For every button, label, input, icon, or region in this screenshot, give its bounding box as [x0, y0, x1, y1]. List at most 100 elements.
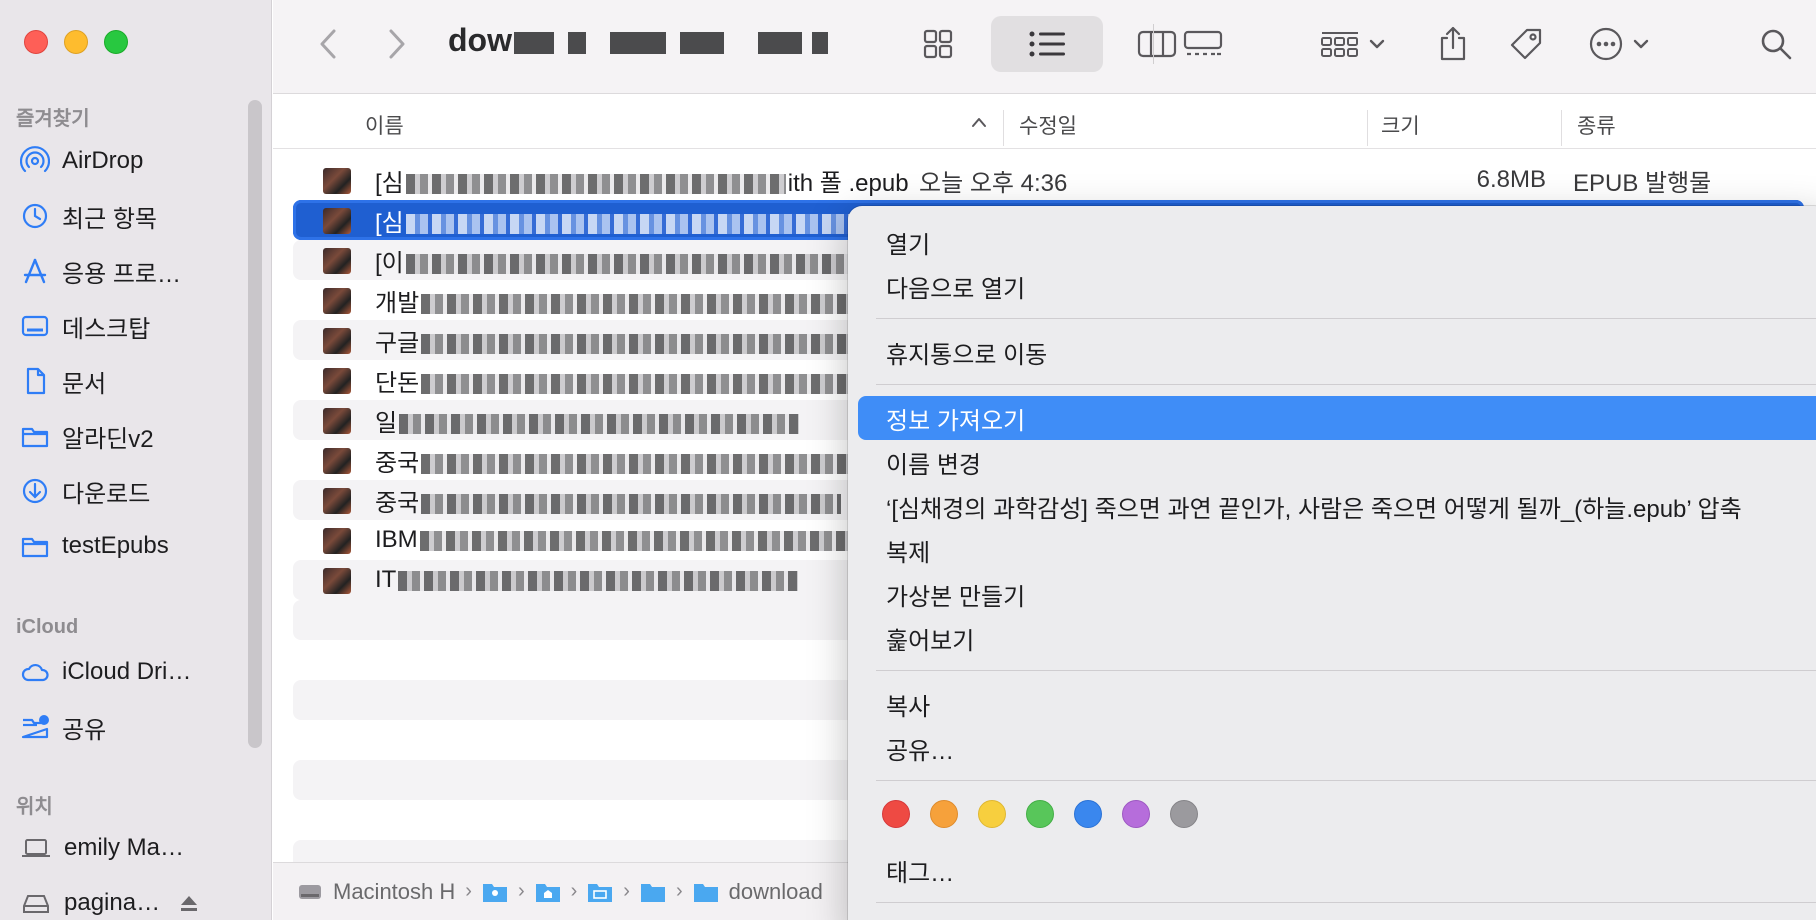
menu-item-tags[interactable]: 태그… — [858, 850, 1816, 890]
minimize-window-button[interactable] — [64, 30, 88, 54]
menu-item-open[interactable]: 열기 — [858, 222, 1816, 262]
column-header-name[interactable]: 이름 — [365, 110, 404, 140]
file-kind: EPUB 발행물 — [1573, 169, 1712, 197]
redacted-filename — [405, 214, 866, 235]
redacted-filename — [421, 374, 882, 395]
menu-separator — [876, 384, 1816, 385]
zoom-window-button[interactable] — [104, 30, 128, 54]
epub-thumbnail — [323, 248, 351, 274]
path-root[interactable]: Macintosh H — [333, 879, 455, 905]
ellipsis-circle-icon — [1589, 27, 1623, 61]
menu-item-duplicate[interactable]: 복제 — [858, 530, 1816, 570]
folder-icon[interactable] — [693, 880, 719, 904]
column-divider[interactable] — [1367, 110, 1368, 146]
redacted-title-mosaic — [811, 31, 828, 54]
tag-red-swatch[interactable] — [882, 800, 910, 828]
menu-separator — [876, 902, 1816, 903]
folder-icon — [21, 537, 49, 558]
sidebar-item-pagina-drive[interactable]: pagina… — [20, 883, 250, 920]
laptop-icon — [22, 839, 50, 857]
tag-color-row — [882, 800, 1198, 828]
sidebar-item-documents[interactable]: 문서 — [20, 361, 250, 401]
sidebar-item-aladin[interactable]: 알라딘v2 — [20, 416, 250, 456]
sidebar-item-mac[interactable]: emily Ma… — [20, 828, 250, 868]
desktop-icon — [21, 315, 49, 337]
column-header-kind[interactable]: 종류 — [1577, 110, 1616, 140]
list-view-button[interactable] — [1017, 22, 1077, 66]
sidebar-item-label: emily Ma… — [64, 834, 185, 861]
path-chevron-icon: › — [465, 880, 472, 902]
menu-item-make-alias[interactable]: 가상본 만들기 — [858, 574, 1816, 614]
group-grid-icon — [1321, 32, 1358, 57]
tag-icon — [1510, 28, 1542, 60]
context-menu: 열기 다음으로 열기 휴지통으로 이동 정보 가져오기 이름 변경 ‘[심채경의… — [848, 206, 1816, 920]
path-chevron-icon: › — [570, 880, 578, 902]
menu-item-open-with[interactable]: 다음으로 열기 — [858, 266, 1816, 306]
icloud-section-label: iCloud — [16, 616, 79, 638]
sort-ascending-icon — [972, 118, 986, 127]
close-window-button[interactable] — [24, 30, 48, 54]
search-button[interactable] — [1751, 20, 1801, 68]
menu-separator — [876, 780, 1816, 781]
file-row[interactable]: [심 ith 폴 .epub 오늘 오후 4:36 6.8MB EPUB 발행물 — [293, 160, 1804, 200]
redacted-filename — [405, 254, 866, 275]
sidebar-item-recents[interactable]: 최근 항목 — [20, 196, 250, 236]
back-button[interactable] — [308, 22, 348, 66]
cloud-icon — [21, 663, 49, 682]
epub-thumbnail — [323, 328, 351, 354]
sidebar-item-downloads[interactable]: 다운로드 — [20, 471, 250, 511]
menu-item-copy[interactable]: 복사 — [858, 684, 1816, 724]
column-divider[interactable] — [1561, 110, 1562, 146]
redacted-title-mosaic — [679, 31, 724, 54]
redacted-filename — [421, 334, 882, 355]
menu-item-compress[interactable]: ‘[심채경의 과학감성] 죽으면 과연 끝인가, 사람은 죽으면 어떻게 될까_… — [858, 486, 1816, 526]
menu-item-get-info[interactable]: 정보 가져오기 — [858, 396, 1816, 440]
shared-folder-icon — [21, 715, 49, 739]
tag-gray-swatch[interactable] — [1170, 800, 1198, 828]
toolbar-separator — [1153, 24, 1154, 64]
epub-thumbnail — [323, 368, 351, 394]
tag-yellow-swatch[interactable] — [978, 800, 1006, 828]
sidebar-item-icloud-drive[interactable]: iCloud Dri… — [20, 652, 250, 692]
sidebar-item-airdrop[interactable]: AirDrop — [20, 141, 250, 181]
sidebar-scrollbar[interactable] — [248, 100, 262, 748]
file-name: [심 — [375, 203, 868, 238]
more-actions-button[interactable] — [1579, 20, 1659, 68]
menu-item-rename[interactable]: 이름 변경 — [858, 442, 1816, 482]
tag-purple-swatch[interactable] — [1122, 800, 1150, 828]
tag-green-swatch[interactable] — [1026, 800, 1054, 828]
menu-item-move-to-trash[interactable]: 휴지통으로 이동 — [858, 332, 1816, 372]
tags-button[interactable] — [1501, 20, 1551, 68]
home-folder-icon[interactable] — [535, 880, 561, 904]
share-button[interactable] — [1431, 20, 1475, 68]
list-icon — [1029, 31, 1065, 57]
forward-button[interactable] — [377, 22, 417, 66]
path-current[interactable]: download — [729, 879, 823, 905]
column-header-modified[interactable]: 수정일 — [1019, 110, 1077, 140]
desktop-folder-icon[interactable] — [587, 880, 613, 904]
epub-thumbnail — [323, 408, 351, 434]
gallery-view-button[interactable] — [1173, 22, 1233, 66]
sidebar-item-applications[interactable]: 응용 프로… — [20, 251, 250, 291]
user-folder-icon[interactable] — [482, 880, 508, 904]
tag-blue-swatch[interactable] — [1074, 800, 1102, 828]
column-divider[interactable] — [1003, 110, 1004, 146]
applications-icon — [23, 258, 47, 284]
redacted-filename — [421, 494, 842, 515]
redacted-filename — [419, 530, 860, 551]
sidebar-item-desktop[interactable]: 데스크탑 — [20, 306, 250, 346]
menu-item-quick-look[interactable]: 훑어보기 — [858, 618, 1816, 658]
eject-icon[interactable] — [178, 892, 200, 914]
sidebar-item-testepubs[interactable]: testEpubs — [20, 526, 250, 566]
column-header-size[interactable]: 크기 — [1381, 110, 1420, 140]
folder-icon[interactable] — [640, 880, 666, 904]
sidebar-item-shared[interactable]: 공유 — [20, 707, 250, 747]
window-title: dow — [448, 22, 828, 59]
file-name: 중국 — [375, 483, 843, 518]
icon-view-button[interactable] — [913, 22, 963, 66]
group-by-button[interactable] — [1313, 22, 1393, 66]
sidebar-item-label: 응용 프로… — [62, 260, 181, 288]
menu-item-share[interactable]: 공유… — [858, 728, 1816, 768]
tag-orange-swatch[interactable] — [930, 800, 958, 828]
gallery-icon — [1183, 30, 1223, 56]
